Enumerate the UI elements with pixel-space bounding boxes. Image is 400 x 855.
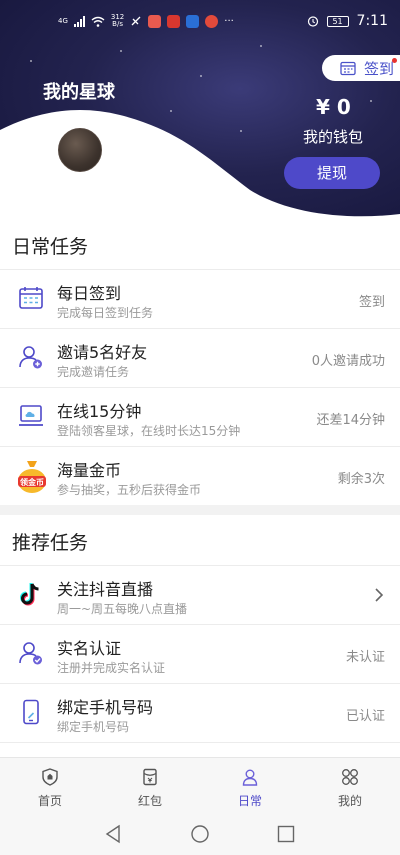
task-subtitle: 登陆领客星球，在线时长达15分钟	[57, 424, 241, 438]
signal-icon	[73, 15, 85, 27]
task-bind-phone[interactable]: 绑定手机号码 绑定手机号码 已认证	[0, 683, 400, 741]
task-title: 在线15分钟	[57, 402, 142, 421]
calendar-icon	[340, 61, 356, 76]
app-notification-icon	[167, 14, 181, 28]
task-subtitle: 参与抽奖，五秒后获得金币	[57, 483, 202, 497]
status-bar: 4G 312 B/s ··· 51 7:11	[0, 0, 400, 44]
wallet-amount: ¥ 0	[316, 95, 351, 119]
withdraw-button[interactable]: 提现	[284, 157, 380, 189]
task-subtitle: 周一~周五每晚八点直播	[57, 602, 188, 616]
app-notification-icon	[205, 14, 219, 28]
wallet-label: 我的钱包	[303, 128, 364, 146]
task-subtitle: 注册并完成实名认证	[57, 661, 166, 675]
tiktok-icon	[19, 583, 39, 606]
coin-bag-label: 领金币	[20, 478, 44, 487]
nav-item-daily[interactable]: 日常	[200, 758, 300, 813]
bottom-navigation: 首页 红包 日常 我的	[0, 757, 400, 812]
list-continuation	[0, 742, 400, 757]
task-title: 绑定手机号码	[57, 698, 154, 717]
nav-item-red-packet[interactable]: 红包	[100, 758, 200, 813]
task-subtitle: 绑定手机号码	[57, 720, 130, 734]
add-user-icon	[19, 346, 42, 369]
task-real-name-verification[interactable]: 实名认证 注册并完成实名认证 未认证	[0, 624, 400, 682]
home-icon[interactable]	[190, 824, 210, 844]
red-packet-icon	[143, 768, 157, 786]
nav-label: 我的	[337, 794, 362, 808]
grid-mine-icon	[342, 769, 358, 785]
nav-item-mine[interactable]: 我的	[300, 758, 400, 813]
alarm-icon	[307, 16, 318, 27]
task-status[interactable]: 签到	[359, 291, 385, 310]
nav-label: 首页	[37, 794, 62, 808]
task-status: 已认证	[345, 709, 385, 724]
verified-user-icon	[19, 642, 42, 665]
more-notifications-icon: ···	[224, 15, 234, 27]
task-status: 剩余3次	[337, 472, 385, 487]
clock: 7:11	[356, 13, 388, 29]
home-shield-icon	[42, 768, 58, 786]
notification-muted-icon	[131, 16, 141, 26]
task-online-15min[interactable]: 在线15分钟 登陆领客星球，在线时长达15分钟 还差14分钟	[0, 387, 400, 445]
task-massive-coins[interactable]: 领金币 海量金币 参与抽奖，五秒后获得金币 剩余3次	[0, 446, 400, 504]
task-title: 实名认证	[57, 639, 122, 658]
task-title: 每日签到	[57, 284, 122, 303]
signin-badge-dot	[392, 58, 397, 63]
nav-label: 日常	[237, 794, 262, 808]
calendar-icon	[19, 287, 43, 309]
section-divider	[0, 505, 400, 515]
task-status: 还差14分钟	[316, 413, 385, 428]
task-title: 海量金币	[57, 461, 122, 480]
back-icon[interactable]	[104, 824, 124, 844]
task-title: 邀请5名好友	[57, 343, 148, 362]
phone-icon	[23, 699, 39, 725]
task-status: 未认证	[345, 650, 385, 665]
network-speed: 312 B/s	[110, 13, 125, 28]
task-subtitle: 完成每日签到任务	[57, 306, 154, 320]
recents-icon[interactable]	[276, 824, 296, 844]
task-title: 关注抖音直播	[57, 580, 154, 599]
user-daily-icon	[242, 769, 258, 786]
battery-icon: 51	[326, 15, 349, 27]
task-daily-signin[interactable]: 每日签到 完成每日签到任务 签到	[0, 269, 400, 327]
daily-tasks-title: 日常任务	[12, 236, 89, 258]
signin-label: 签到	[364, 59, 395, 78]
app-notification-icon	[186, 14, 200, 28]
page-title: 我的星球	[43, 82, 115, 103]
signin-button[interactable]: 签到	[322, 55, 400, 81]
task-follow-douyin[interactable]: 关注抖音直播 周一~周五每晚八点直播	[0, 565, 400, 623]
task-invite-friends[interactable]: 邀请5名好友 完成邀请任务 0人邀请成功	[0, 328, 400, 386]
wifi-icon	[91, 16, 105, 27]
nav-item-home[interactable]: 首页	[0, 758, 100, 813]
network-type: 4G	[58, 16, 68, 25]
task-status: 0人邀请成功	[311, 354, 385, 369]
chevron-right-icon[interactable]	[374, 588, 384, 602]
system-navigation-bar	[0, 812, 400, 855]
app-notification-icon	[148, 14, 162, 28]
coin-bag-icon	[18, 461, 46, 493]
task-subtitle: 完成邀请任务	[57, 365, 130, 379]
cloud-laptop-icon	[19, 405, 43, 426]
nav-label: 红包	[137, 794, 162, 808]
recommended-tasks-title: 推荐任务	[12, 532, 89, 554]
avatar[interactable]	[58, 128, 102, 172]
